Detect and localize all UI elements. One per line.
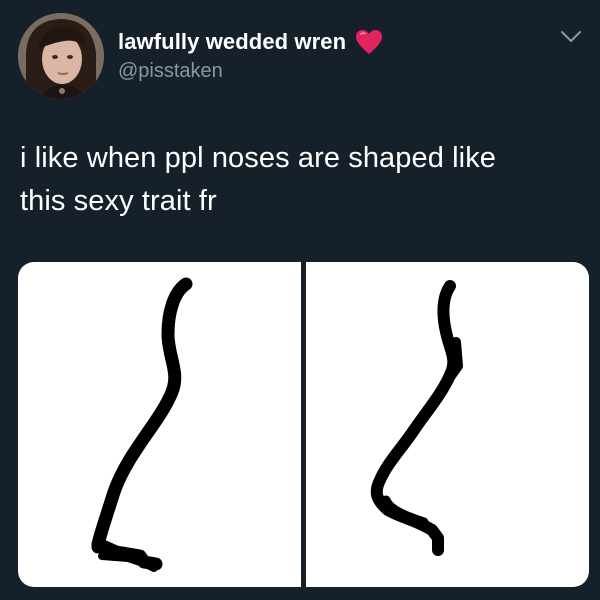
avatar[interactable] [18,13,104,99]
photo-right[interactable] [306,262,589,587]
tweet-card: lawfully wedded wren @pisstaken i like w… [0,0,600,600]
photo-left[interactable] [18,262,301,587]
media-grid [18,262,589,587]
tweet-text: i like when ppl noses are shaped like th… [20,137,585,223]
user-handle[interactable]: @pisstaken [118,60,223,83]
nose-drawing-left [91,277,193,572]
tweet-text-line-1: i like when ppl noses are shaped like [20,142,497,174]
chevron-down-icon[interactable] [560,30,582,44]
nose-drawing-right [370,280,463,556]
display-name-row[interactable]: lawfully wedded wren [118,26,383,58]
avatar-image [18,13,104,99]
heart-icon [355,29,383,55]
tweet-text-line-2: this sexy trait fr [20,185,217,217]
display-name[interactable]: lawfully wedded wren [118,29,346,55]
